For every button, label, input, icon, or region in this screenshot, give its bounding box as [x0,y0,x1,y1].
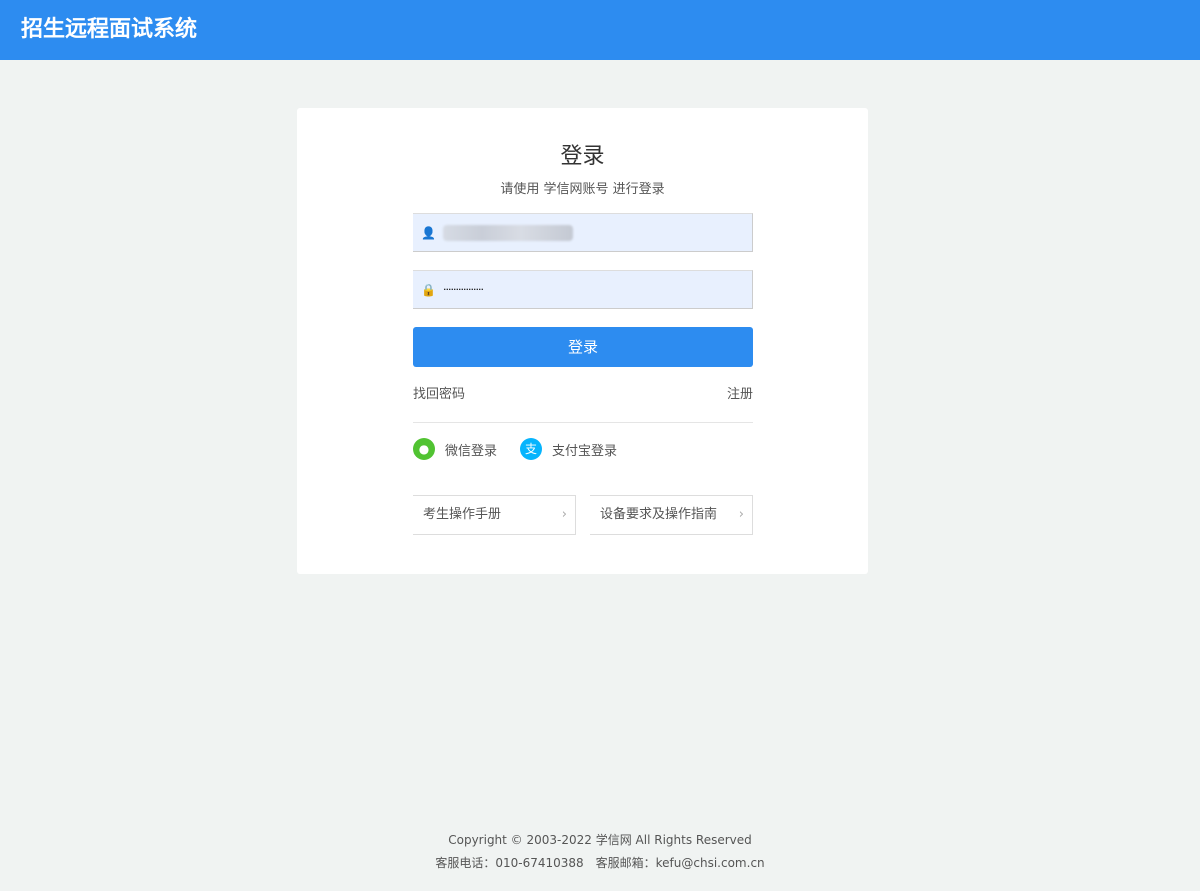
divider [413,422,753,423]
wechat-icon: ● [413,438,435,460]
login-card: 登录 请使用 学信网账号 进行登录 👤 🔒 ················ 登录… [297,108,868,574]
chevron-right-icon: › [738,507,744,522]
register-link[interactable]: 注册 [727,383,753,402]
wechat-login-label: 微信登录 [445,443,498,459]
wechat-login[interactable]: ● 微信登录 [413,438,497,460]
footer: Copyright © 2003-2022 学信网 All Rights Res… [0,829,1200,875]
alipay-icon: 支 [520,438,542,460]
username-value-blurred [443,224,573,241]
chevron-right-icon: › [561,507,567,522]
device-guide-label: 设备要求及操作指南 [600,507,718,522]
lock-icon: 🔒 [421,282,436,297]
login-subtitle: 请使用 学信网账号 进行登录 [500,182,665,197]
login-button[interactable]: 登录 [413,327,753,367]
alipay-login-label: 支付宝登录 [552,443,618,459]
forgot-password-link[interactable]: 找回密码 [413,383,465,402]
user-icon: 👤 [421,225,436,240]
password-value: ················ [443,283,484,296]
username-input[interactable]: 👤 [413,213,753,252]
student-manual-label: 考生操作手册 [423,507,502,522]
alipay-login[interactable]: 支支付宝登录 [520,438,617,460]
device-guide-button[interactable]: 设备要求及操作指南 › [590,495,753,535]
contact-info: 客服电话：010-67410388 客服邮箱：kefu@chsi.com.cn [435,856,765,870]
password-input[interactable]: 🔒 ················ [413,270,753,309]
student-manual-button[interactable]: 考生操作手册 › [413,495,576,535]
login-title: 登录 [560,144,605,169]
app-title: 招生远程面试系统 [0,0,1200,60]
copyright: Copyright © 2003-2022 学信网 All Rights Res… [448,833,752,847]
